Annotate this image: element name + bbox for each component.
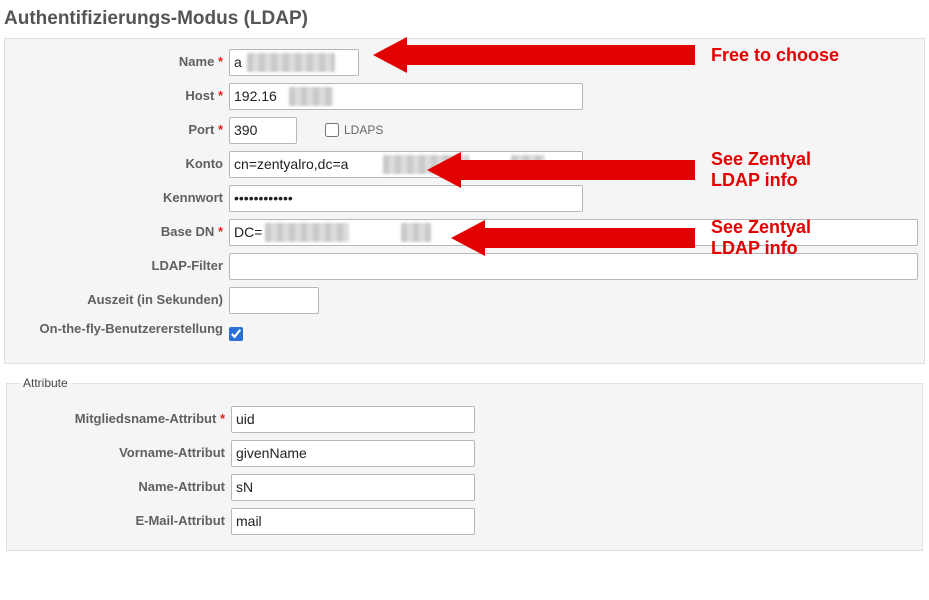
account-input[interactable] <box>229 151 583 178</box>
label-filter: LDAP-Filter <box>11 258 229 274</box>
ldap-settings-box: Name * Host * Port * LDAPS <box>4 38 925 364</box>
label-uid-attr: Mitgliedsname-Attribut * <box>13 411 231 427</box>
mail-attr-input[interactable] <box>231 508 475 535</box>
ldap-filter-input[interactable] <box>229 253 918 280</box>
required-marker: * <box>218 54 223 69</box>
ldaps-checkbox[interactable] <box>325 123 339 137</box>
lastname-attr-input[interactable] <box>231 474 475 501</box>
host-input[interactable] <box>229 83 583 110</box>
label-onthefly: On-the-fly-Benutzererstellung <box>11 319 229 337</box>
label-port: Port * <box>11 122 229 138</box>
port-input[interactable] <box>229 117 297 144</box>
label-basedn: Base DN * <box>11 224 229 240</box>
label-name: Name * <box>11 54 229 70</box>
basedn-input[interactable] <box>229 219 918 246</box>
onthefly-checkbox[interactable] <box>229 327 243 341</box>
label-firstname-attr: Vorname-Attribut <box>13 445 231 461</box>
label-kennwort: Kennwort <box>11 190 229 206</box>
uid-attr-input[interactable] <box>231 406 475 433</box>
label-ldaps: LDAPS <box>344 123 383 137</box>
label-host: Host * <box>11 88 229 104</box>
label-timeout: Auszeit (in Sekunden) <box>11 292 229 308</box>
page-title: Authentifizierungs-Modus (LDAP) <box>4 8 925 30</box>
name-input[interactable] <box>229 49 359 76</box>
timeout-input[interactable] <box>229 287 319 314</box>
firstname-attr-input[interactable] <box>231 440 475 467</box>
label-konto: Konto <box>11 156 229 172</box>
password-input[interactable] <box>229 185 583 212</box>
label-mail-attr: E-Mail-Attribut <box>13 513 231 529</box>
attributes-fieldset: Attribute Mitgliedsname-Attribut * Vorna… <box>6 376 923 551</box>
attributes-legend: Attribute <box>19 376 72 390</box>
label-lastname-attr: Name-Attribut <box>13 479 231 495</box>
